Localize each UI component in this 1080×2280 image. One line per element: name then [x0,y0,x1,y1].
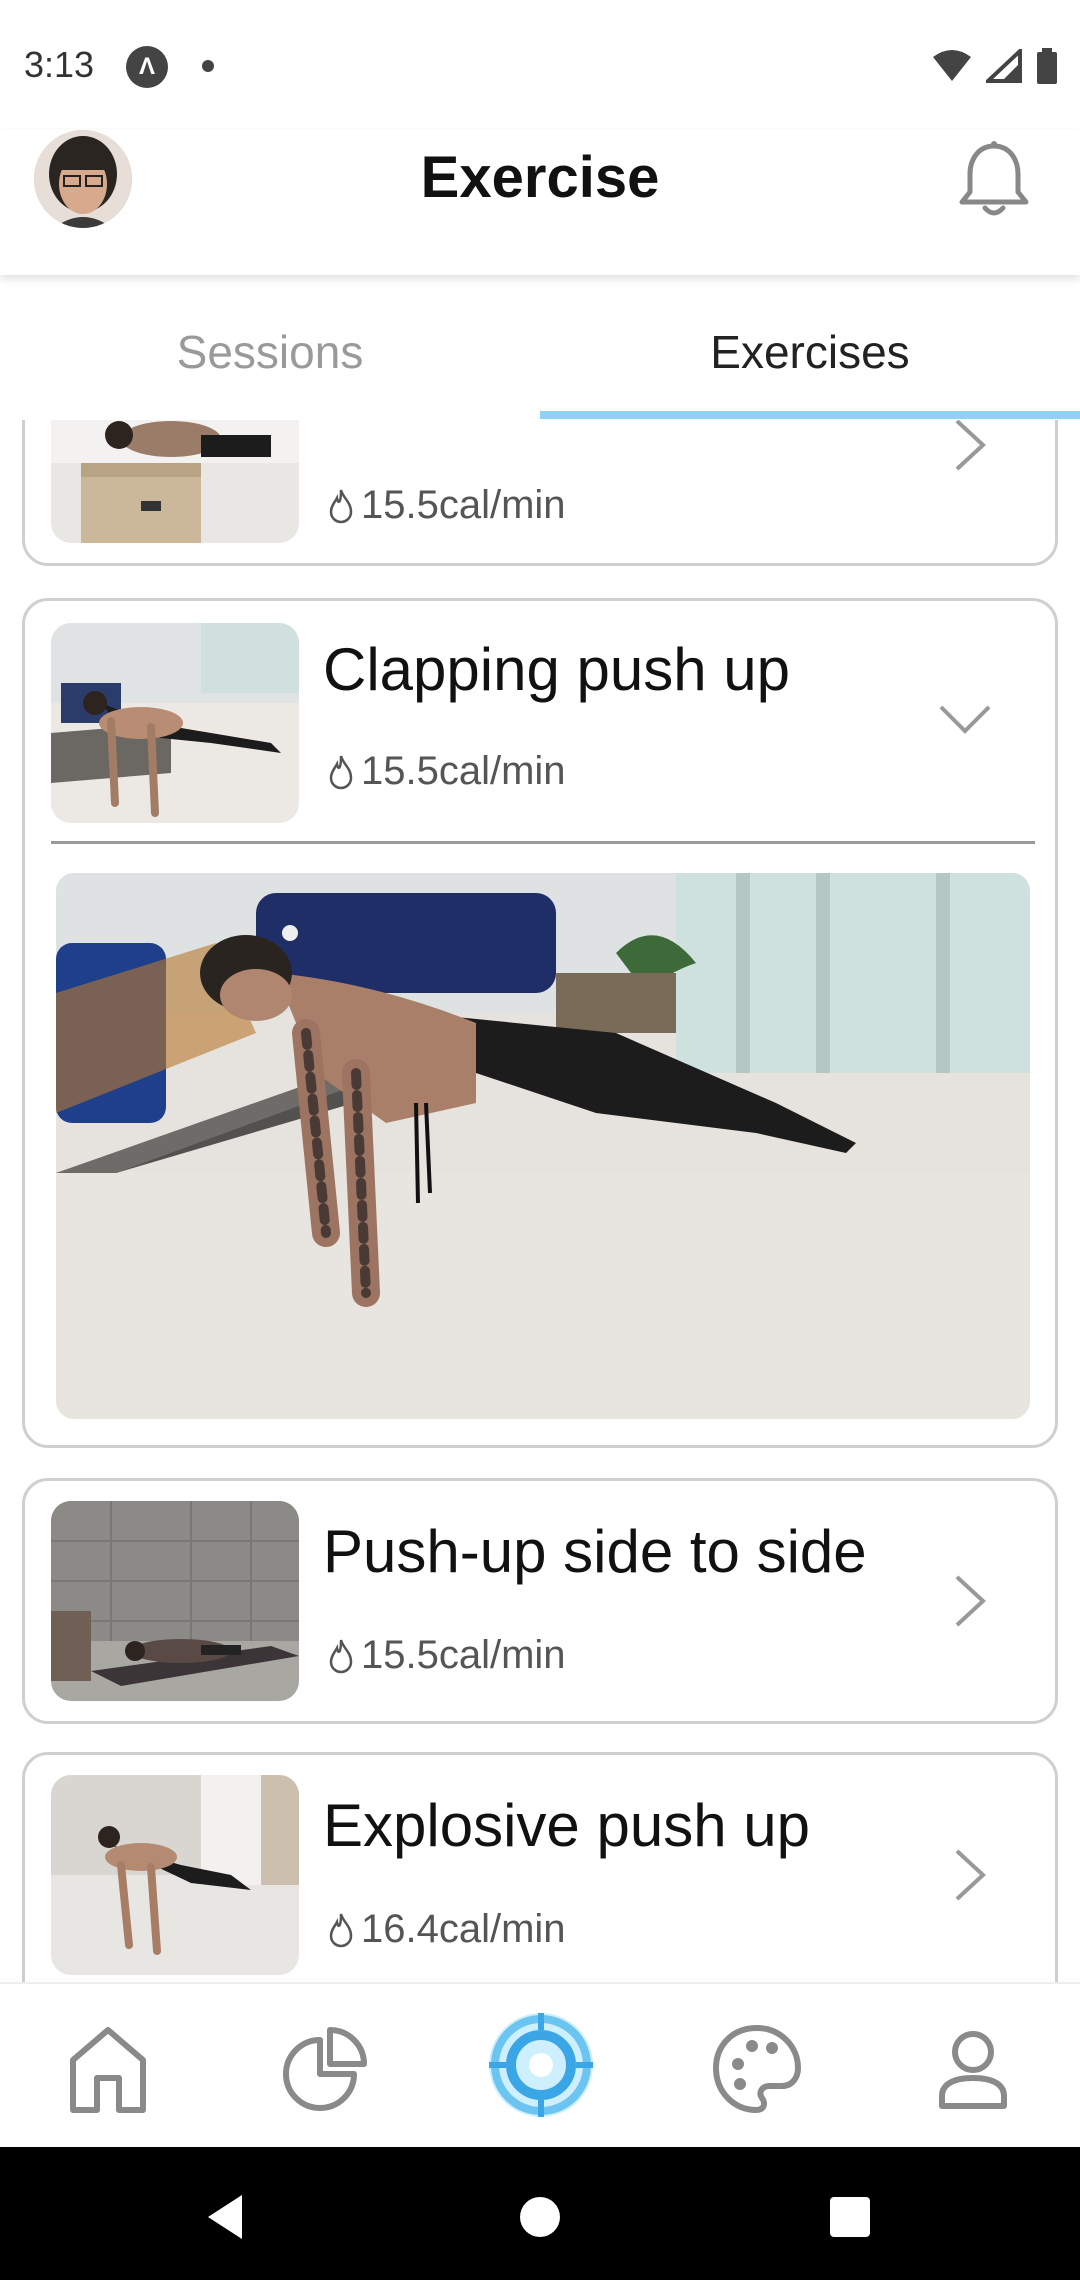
exercise-thumbnail [51,1501,299,1701]
status-icons [932,48,1058,84]
calories-text: 16.4cal/min [361,1907,566,1951]
chevron-right-icon[interactable] [945,1845,995,1905]
palette-icon[interactable] [702,2014,812,2124]
exercise-thumbnail [51,1775,299,1975]
status-bar: 3:13 Λ [0,0,1080,130]
exercise-name: Clapping push up [323,636,791,703]
target-icon[interactable] [486,2010,596,2120]
system-navigation-bar [0,2147,1080,2280]
card-divider [51,841,1035,844]
flame-icon [329,1639,353,1673]
chevron-down-icon[interactable] [935,693,995,743]
flame-icon [329,489,353,523]
chevron-right-icon[interactable] [945,1571,995,1631]
tab-sessions[interactable]: Sessions [0,325,540,379]
exercise-card[interactable]: Explosive push up 16.4cal/min [22,1752,1058,1982]
flame-icon [329,755,353,789]
person-icon[interactable] [918,2014,1028,2124]
calories-text: 15.5cal/min [361,749,566,793]
exercise-name: Explosive push up [323,1792,810,1859]
calories-text: 15.5cal/min [361,483,566,527]
tab-bar: Sessions Exercises [0,285,1080,420]
exercise-card[interactable]: 15.5cal/min [22,420,1058,566]
pie-chart-icon[interactable] [270,2014,380,2124]
tab-exercises[interactable]: Exercises [540,325,1080,379]
exercise-calories: 15.5cal/min [327,483,566,528]
active-tab-indicator [540,411,1080,419]
notification-dot-icon [202,60,214,72]
chevron-right-icon[interactable] [945,420,995,475]
battery-icon [1037,48,1057,84]
exercise-thumbnail [51,420,299,543]
flame-icon [329,1913,353,1947]
status-app-icon: Λ [126,46,168,88]
exercise-calories: 15.5cal/min [327,1633,566,1678]
wifi-icon [933,50,971,81]
exercise-video-preview[interactable] [56,873,1030,1419]
recents-icon[interactable] [820,2187,880,2247]
page-title: Exercise [420,145,660,210]
status-time: 3:13 [24,44,95,85]
signal-icon [986,49,1022,83]
exercise-name: Push-up side to side [323,1518,867,1585]
back-icon[interactable] [196,2187,256,2247]
exercise-card[interactable]: Push-up side to side 15.5cal/min [22,1478,1058,1724]
bottom-navigation [0,1982,1080,2147]
exercise-thumbnail [51,623,299,823]
exercise-calories: 16.4cal/min [327,1907,566,1952]
exercise-list[interactable]: 15.5cal/min Clapping push up 15.5cal/min [0,420,1080,1982]
exercise-calories: 15.5cal/min [327,749,566,794]
exercise-card-expanded[interactable]: Clapping push up 15.5cal/min [22,598,1058,1448]
app-header: Exercise [0,130,1080,275]
bell-icon[interactable] [958,138,1030,222]
home-icon[interactable] [53,2014,163,2124]
home-button-icon[interactable] [510,2187,570,2247]
calories-text: 15.5cal/min [361,1633,566,1677]
